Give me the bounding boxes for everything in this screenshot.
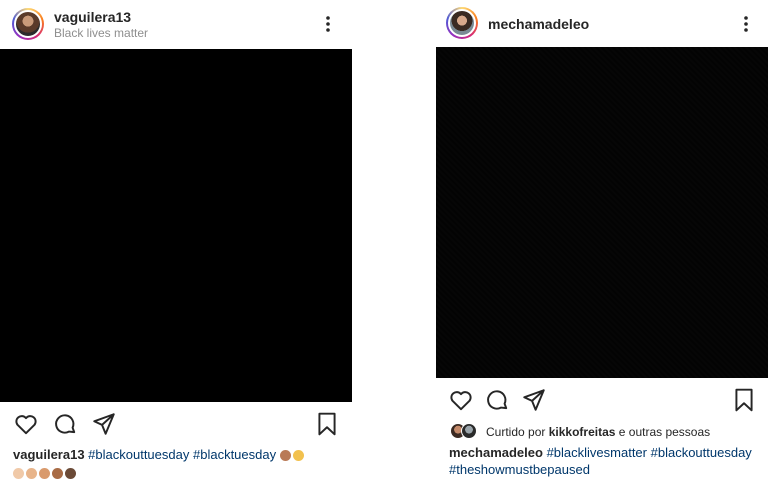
heart-icon[interactable] — [13, 411, 39, 437]
fist-emoji-icon — [292, 450, 304, 462]
post-caption: vaguilera13 #blackouttuesday #blacktuesd… — [13, 447, 306, 463]
hashtag[interactable]: #blackouttuesday — [651, 445, 752, 460]
post-actions — [436, 386, 768, 414]
likes-suffix[interactable]: e outras pessoas — [619, 425, 710, 439]
hashtag[interactable]: #blacktuesday — [193, 447, 276, 462]
avatar[interactable] — [446, 7, 478, 39]
post-header: vaguilera13 Black lives matter — [0, 0, 352, 48]
post-header: mechamadeleo — [436, 0, 768, 48]
heart-icon[interactable] — [448, 387, 474, 413]
post-image[interactable] — [436, 47, 768, 378]
post-actions — [0, 410, 352, 438]
liked-by-text: Curtido por kikkofreitas e outras pessoa… — [486, 424, 710, 440]
likes-prefix: Curtido por — [486, 425, 546, 439]
more-vertical-icon[interactable] — [318, 14, 338, 34]
username[interactable]: mechamadeleo — [488, 16, 589, 32]
hashtag[interactable]: #blackouttuesday — [88, 447, 189, 462]
post-caption: mechamadeleo #blacklivesmatter #blackout… — [449, 445, 752, 461]
fist-emoji-icon — [13, 468, 24, 480]
caption-username[interactable]: vaguilera13 — [13, 447, 85, 462]
bookmark-icon[interactable] — [731, 387, 757, 413]
bookmark-icon[interactable] — [314, 411, 340, 437]
caption-emoji-line — [13, 466, 78, 480]
hashtag[interactable]: #blacklivesmatter — [547, 445, 647, 460]
fist-emoji-icon — [65, 468, 76, 480]
caption-username[interactable]: mechamadeleo — [449, 445, 543, 460]
likes-user[interactable]: kikkofreitas — [549, 425, 616, 439]
post-image[interactable] — [0, 49, 352, 402]
location-subtitle[interactable]: Black lives matter — [54, 26, 148, 40]
fist-emoji-icon — [52, 468, 63, 480]
comment-icon[interactable] — [52, 411, 78, 437]
post-vaguilera13: vaguilera13 Black lives matter vaguilera… — [0, 0, 352, 481]
fist-emoji-icon — [26, 468, 37, 480]
fist-emoji-icon — [39, 468, 50, 480]
post-mechamadeleo: mechamadeleo Curtido por kikkofreitas e … — [436, 0, 768, 481]
comment-icon[interactable] — [484, 387, 510, 413]
more-vertical-icon[interactable] — [736, 14, 756, 34]
liked-by-avatars[interactable] — [450, 423, 480, 441]
avatar[interactable] — [12, 8, 44, 40]
share-icon[interactable] — [91, 411, 117, 437]
hashtag[interactable]: #theshowmustbepaused — [449, 462, 590, 477]
fist-emoji-icon — [279, 450, 291, 462]
share-icon[interactable] — [521, 387, 547, 413]
post-caption-line-2: #theshowmustbepaused — [449, 462, 590, 478]
username[interactable]: vaguilera13 — [54, 9, 131, 25]
